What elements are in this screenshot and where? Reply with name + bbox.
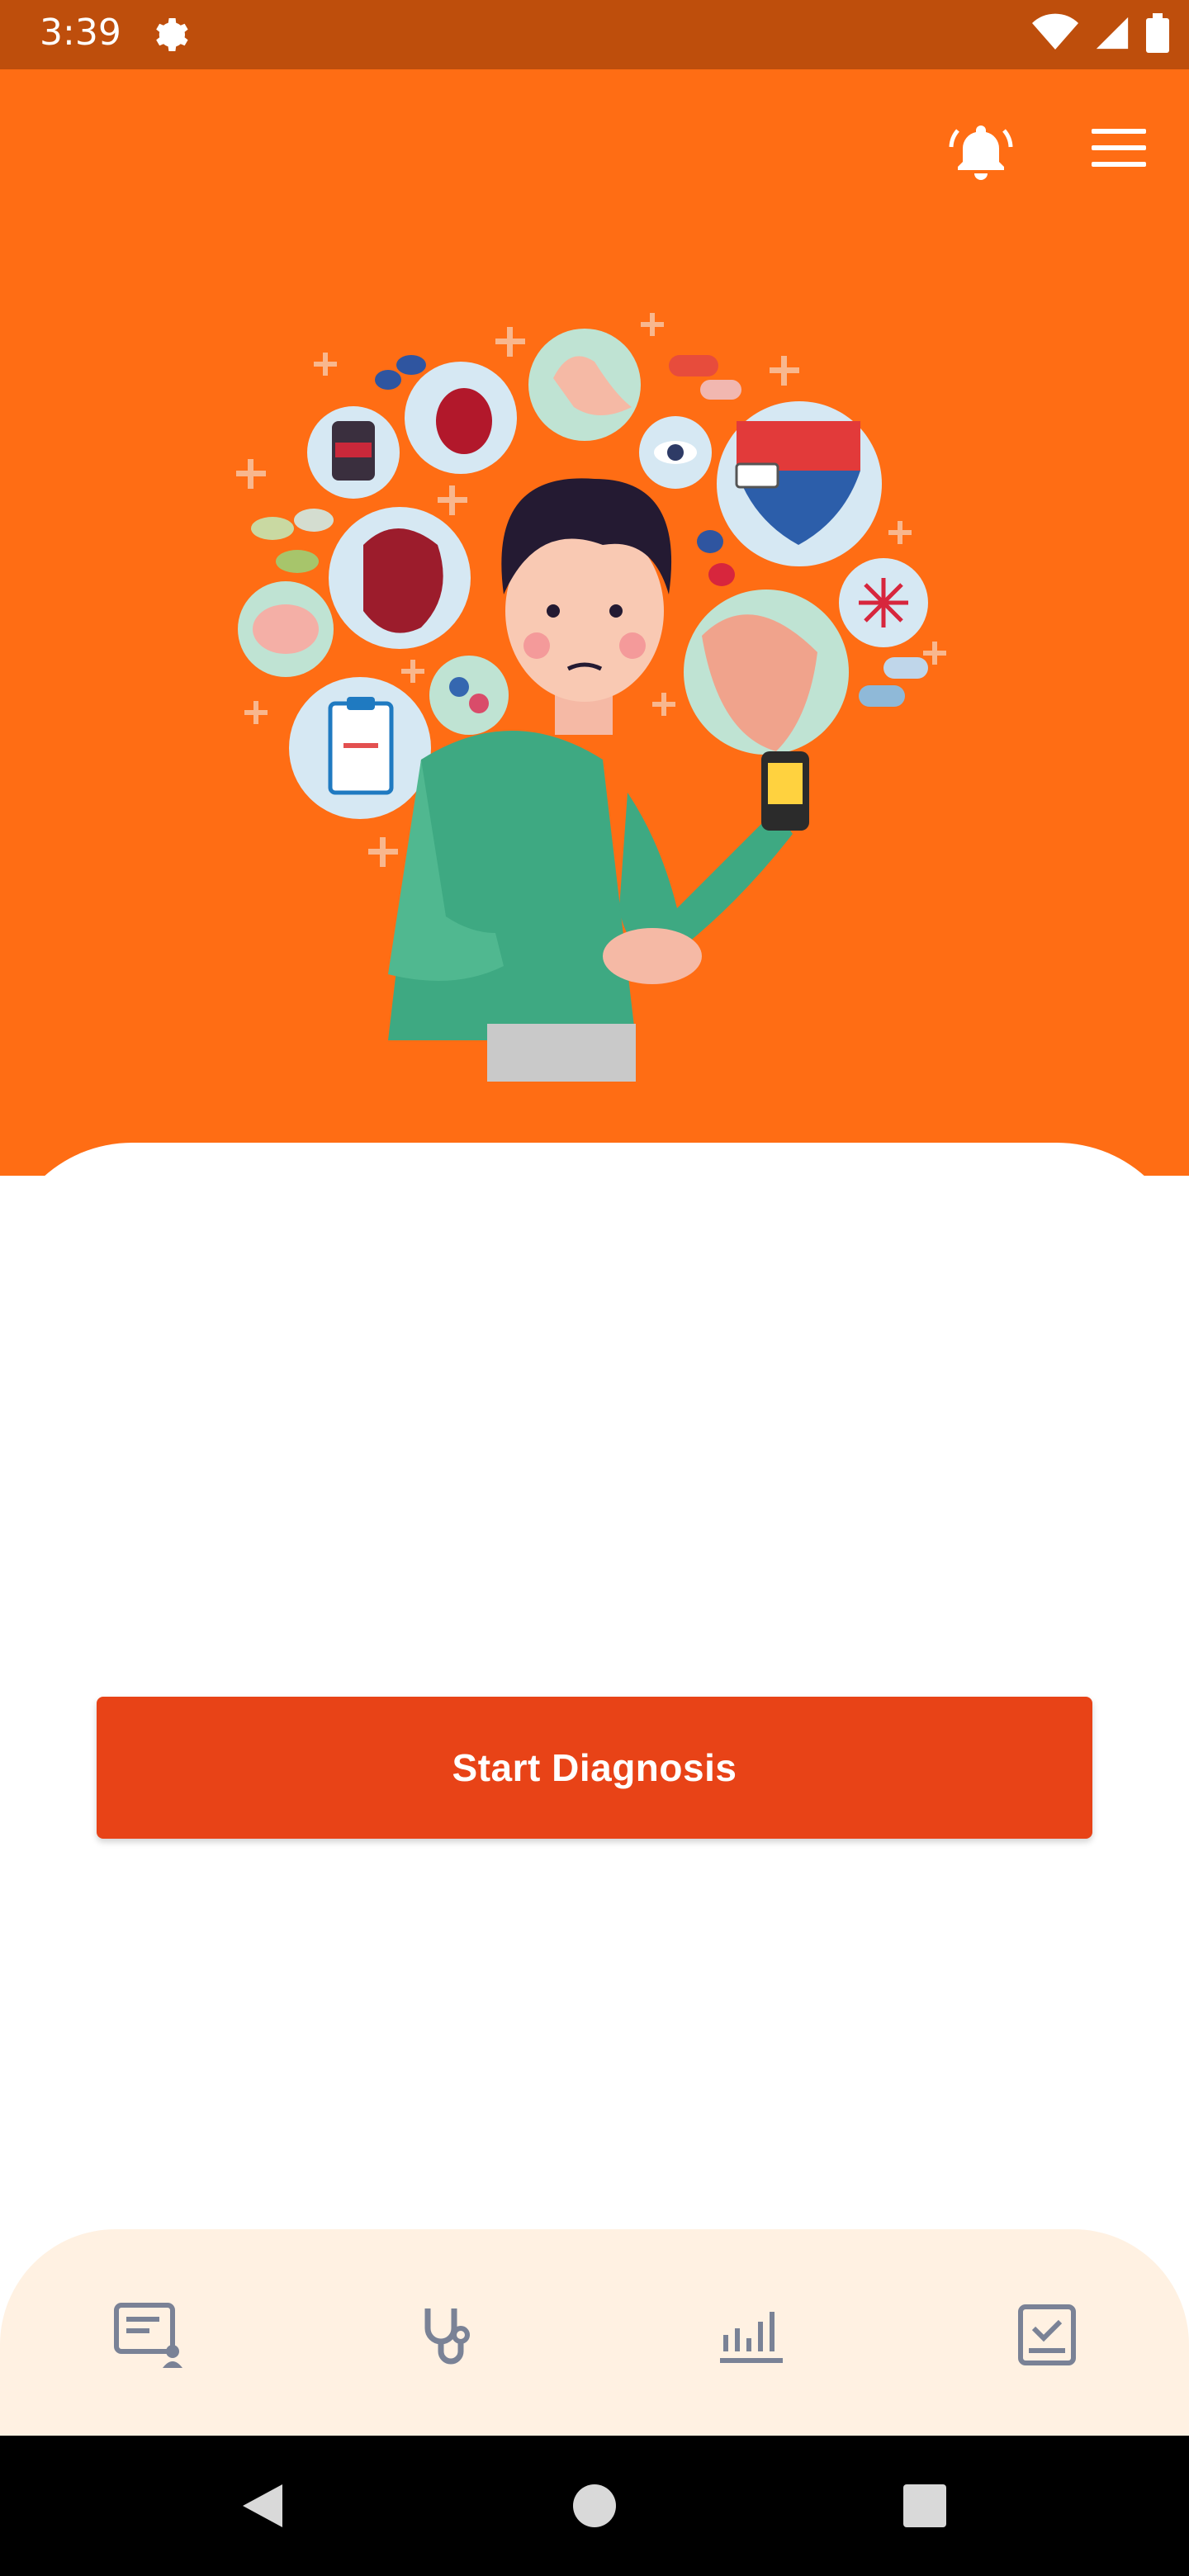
- header-banner: [0, 69, 1189, 1176]
- content-card: [0, 1143, 1189, 2233]
- nav-statistics[interactable]: [708, 2295, 791, 2378]
- battery-icon: [1146, 13, 1169, 57]
- stethoscope-icon: [414, 2302, 481, 2372]
- nav-checklist[interactable]: [1006, 2295, 1088, 2378]
- checklist-icon: [1016, 2302, 1078, 2372]
- recents-icon[interactable]: [902, 2481, 948, 2535]
- home-icon[interactable]: [571, 2481, 618, 2535]
- wifi-icon: [1032, 13, 1078, 57]
- status-time: 3:39: [40, 12, 121, 54]
- start-diagnosis-button[interactable]: Start Diagnosis: [97, 1697, 1092, 1839]
- hamburger-menu-icon[interactable]: [1092, 127, 1146, 173]
- status-icons: [1032, 13, 1169, 57]
- status-bar: 3:39: [0, 0, 1189, 69]
- patient-health-illustration: [236, 313, 946, 1082]
- patient-record-icon: [113, 2302, 184, 2372]
- back-icon[interactable]: [239, 2481, 286, 2535]
- notification-bell-icon[interactable]: [948, 117, 1014, 187]
- system-navigation-bar: [0, 2436, 1189, 2576]
- bottom-navigation: [0, 2229, 1189, 2436]
- nav-diagnosis[interactable]: [406, 2295, 489, 2378]
- nav-patient-record[interactable]: [107, 2295, 190, 2378]
- cell-signal-icon: [1093, 13, 1131, 57]
- settings-gear-icon: [150, 15, 190, 59]
- chart-bars-icon: [713, 2302, 786, 2372]
